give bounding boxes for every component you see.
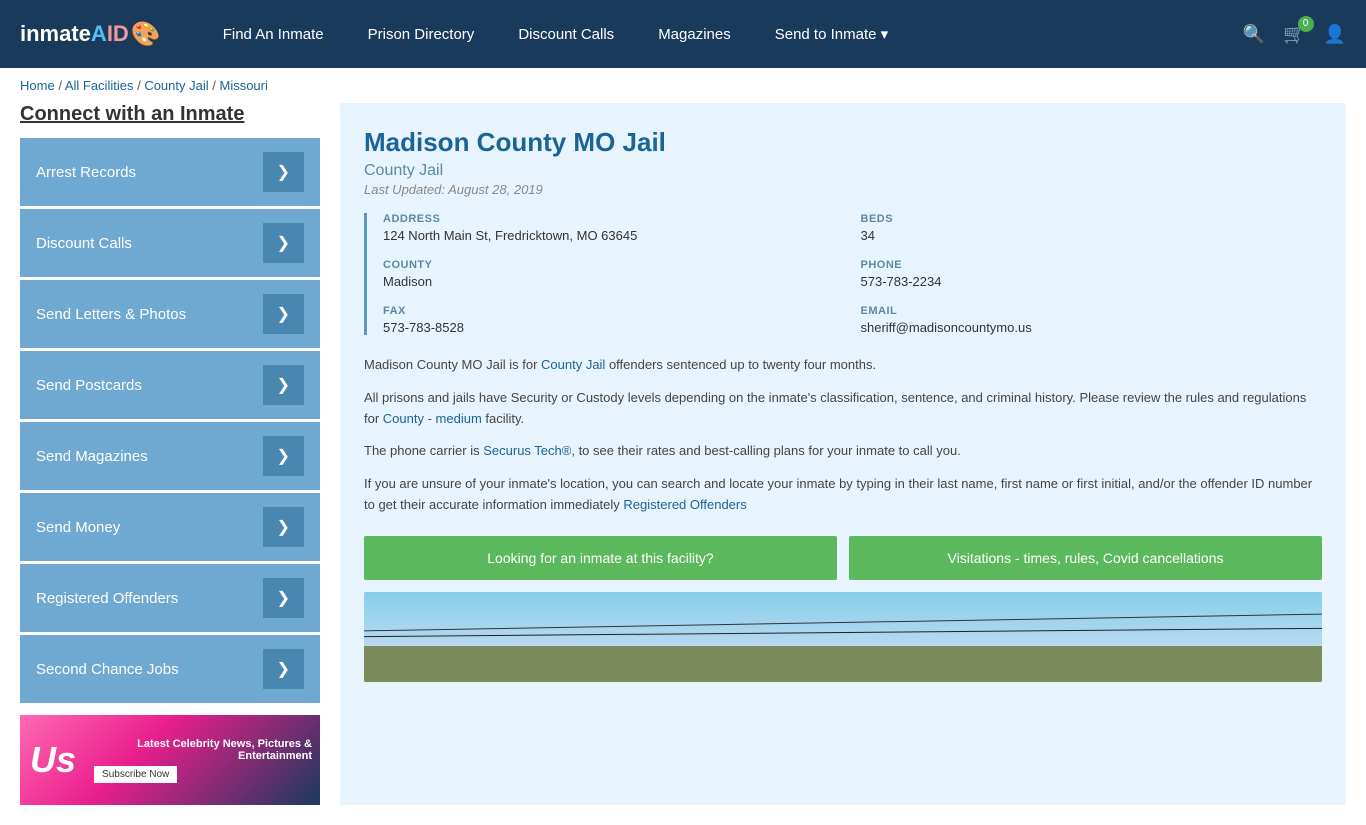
sidebar-item-send-letters[interactable]: Send Letters & Photos ❯ [20, 280, 320, 348]
cart-badge: 0 [1298, 16, 1314, 32]
county-block: COUNTY Madison [383, 259, 845, 289]
user-icon[interactable]: 👤 [1324, 24, 1346, 45]
breadcrumb-state[interactable]: Missouri [219, 78, 267, 93]
breadcrumb: Home / All Facilities / County Jail / Mi… [0, 68, 1366, 103]
sidebar-item-send-money[interactable]: Send Money ❯ [20, 493, 320, 561]
sidebar-item-send-magazines[interactable]: Send Magazines ❯ [20, 422, 320, 490]
desc-4: If you are unsure of your inmate's locat… [364, 474, 1322, 516]
header: inmate A ID 🎨 Find An Inmate Prison Dire… [0, 0, 1366, 68]
county-value: Madison [383, 274, 845, 289]
nav-send-to-inmate[interactable]: Send to Inmate ▾ [753, 0, 910, 68]
county-label: COUNTY [383, 259, 845, 271]
sidebar-menu: Arrest Records ❯ Discount Calls ❯ Send L… [20, 138, 320, 703]
action-buttons: Looking for an inmate at this facility? … [364, 536, 1322, 580]
search-icon[interactable]: 🔍 [1243, 24, 1265, 45]
facility-updated: Last Updated: August 28, 2019 [364, 182, 1322, 197]
county-medium-link[interactable]: County - medium [383, 411, 482, 426]
address-block: ADDRESS 124 North Main St, Fredricktown,… [383, 213, 845, 243]
sidebar-item-send-postcards[interactable]: Send Postcards ❯ [20, 351, 320, 419]
facility-subtitle: County Jail [364, 162, 1322, 180]
email-label: EMAIL [861, 305, 1323, 317]
sidebar: Connect with an Inmate Arrest Records ❯ … [20, 103, 320, 805]
breadcrumb-home[interactable]: Home [20, 78, 55, 93]
nav-magazines[interactable]: Magazines [636, 0, 753, 68]
sidebar-item-second-chance-jobs[interactable]: Second Chance Jobs ❯ [20, 635, 320, 703]
logo[interactable]: inmate A ID 🎨 [20, 20, 161, 49]
address-label: ADDRESS [383, 213, 845, 225]
arrow-icon: ❯ [263, 152, 304, 192]
header-icons: 🔍 🛒 0 👤 [1243, 24, 1346, 45]
nav-find-inmate[interactable]: Find An Inmate [201, 0, 346, 68]
desc-3: The phone carrier is Securus Tech®, to s… [364, 441, 1322, 462]
advertisement: Us Latest Celebrity News, Pictures & Ent… [20, 715, 320, 805]
fax-block: FAX 573-783-8528 [383, 305, 845, 335]
email-value: sheriff@madisoncountymo.us [861, 320, 1323, 335]
facility-photo [364, 592, 1322, 682]
fax-label: FAX [383, 305, 845, 317]
facility-info-grid: ADDRESS 124 North Main St, Fredricktown,… [364, 213, 1322, 335]
facility-description: Madison County MO Jail is for County Jai… [364, 355, 1322, 516]
cart-icon[interactable]: 🛒 0 [1283, 24, 1305, 45]
arrow-icon: ❯ [263, 365, 304, 405]
sidebar-item-registered-offenders[interactable]: Registered Offenders ❯ [20, 564, 320, 632]
facility-content: Madison County MO Jail County Jail Last … [340, 103, 1346, 805]
ad-text: Latest Celebrity News, Pictures & Entert… [86, 730, 320, 791]
county-jail-link[interactable]: County Jail [541, 357, 605, 372]
address-value: 124 North Main St, Fredricktown, MO 6364… [383, 228, 845, 243]
email-block: EMAIL sheriff@madisoncountymo.us [861, 305, 1323, 335]
arrow-icon: ❯ [263, 578, 304, 618]
beds-label: BEDS [861, 213, 1323, 225]
desc-2: All prisons and jails have Security or C… [364, 388, 1322, 430]
beds-value: 34 [861, 228, 1323, 243]
desc-1: Madison County MO Jail is for County Jai… [364, 355, 1322, 376]
arrow-icon: ❯ [263, 223, 304, 263]
arrow-icon: ❯ [263, 507, 304, 547]
nav-discount-calls[interactable]: Discount Calls [496, 0, 636, 68]
breadcrumb-county-jail[interactable]: County Jail [144, 78, 208, 93]
fax-value: 573-783-8528 [383, 320, 845, 335]
sidebar-item-arrest-records[interactable]: Arrest Records ❯ [20, 138, 320, 206]
visitations-button[interactable]: Visitations - times, rules, Covid cancel… [849, 536, 1322, 580]
beds-block: BEDS 34 [861, 213, 1323, 243]
ad-logo: Us [20, 729, 86, 791]
facility-title: Madison County MO Jail [364, 127, 1322, 158]
securus-link[interactable]: Securus Tech® [483, 443, 571, 458]
phone-label: PHONE [861, 259, 1323, 271]
arrow-icon: ❯ [263, 294, 304, 334]
arrow-icon: ❯ [263, 649, 304, 689]
main-content: Connect with an Inmate Arrest Records ❯ … [0, 103, 1366, 825]
sidebar-item-discount-calls[interactable]: Discount Calls ❯ [20, 209, 320, 277]
find-inmate-button[interactable]: Looking for an inmate at this facility? [364, 536, 837, 580]
arrow-icon: ❯ [263, 436, 304, 476]
sidebar-title: Connect with an Inmate [20, 103, 320, 126]
main-nav: Find An Inmate Prison Directory Discount… [201, 0, 1243, 68]
phone-value: 573-783-2234 [861, 274, 1323, 289]
phone-block: PHONE 573-783-2234 [861, 259, 1323, 289]
ad-subscribe-button[interactable]: Subscribe Now [94, 766, 177, 783]
nav-prison-directory[interactable]: Prison Directory [346, 0, 497, 68]
registered-offenders-link[interactable]: Registered Offenders [623, 497, 746, 512]
breadcrumb-all-facilities[interactable]: All Facilities [65, 78, 134, 93]
